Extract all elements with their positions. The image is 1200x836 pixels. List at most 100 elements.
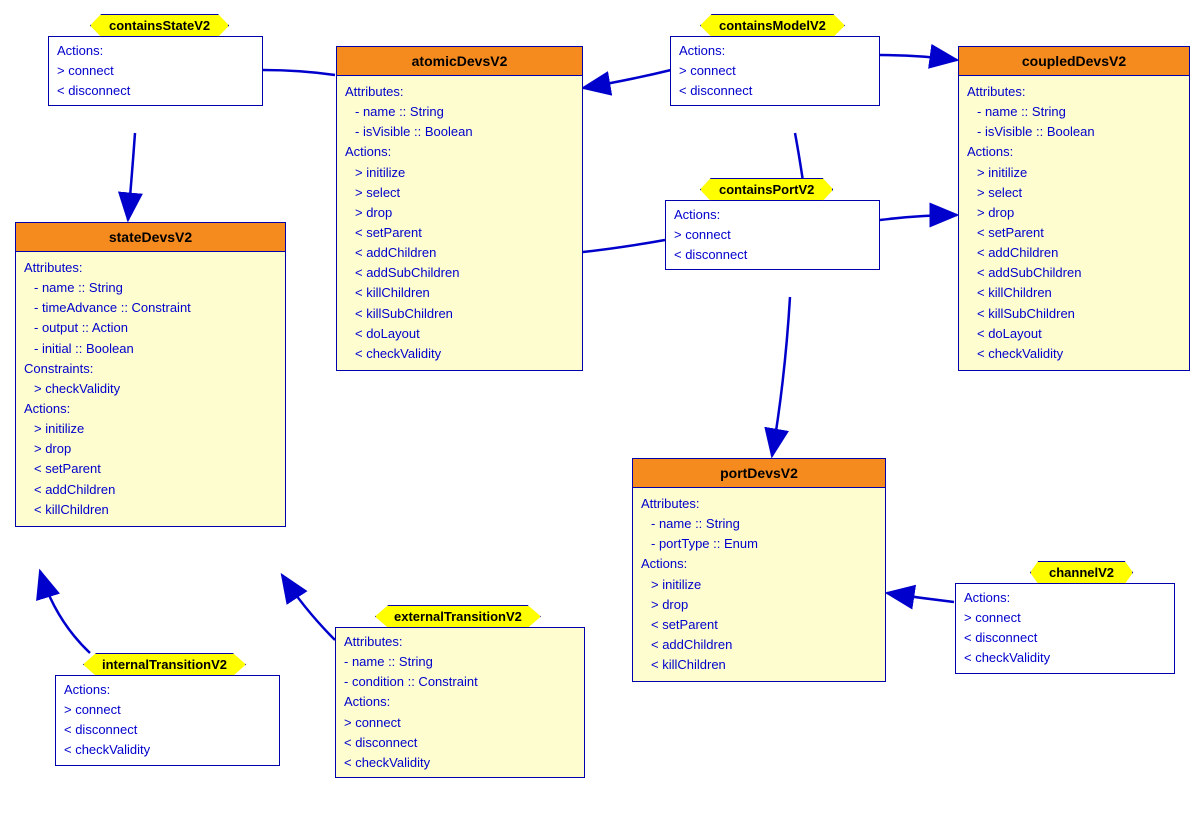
- contains-port-title: containsPortV2: [700, 178, 833, 201]
- action-item: < disconnect: [57, 81, 254, 101]
- action-item: < addChildren: [345, 243, 574, 263]
- action-item: < checkValidity: [964, 648, 1166, 668]
- action-item: < killSubChildren: [967, 304, 1181, 324]
- action-item: < doLayout: [345, 324, 574, 344]
- action-item: < checkValidity: [967, 344, 1181, 364]
- constraint-item: > checkValidity: [24, 379, 277, 399]
- contains-port-box: Actions: > connect < disconnect: [665, 200, 880, 270]
- action-item: < addChildren: [641, 635, 877, 655]
- internal-transition-hex: internalTransitionV2: [83, 653, 246, 676]
- attr-item: - condition :: Constraint: [344, 672, 576, 692]
- action-item: > initilize: [345, 163, 574, 183]
- action-item: < addSubChildren: [967, 263, 1181, 283]
- action-item: < killChildren: [641, 655, 877, 675]
- attr-item: - isVisible :: Boolean: [967, 122, 1181, 142]
- section-label: Actions:: [64, 680, 271, 700]
- action-item: < killChildren: [24, 500, 277, 520]
- external-transition-box: Attributes: - name :: String - condition…: [335, 627, 585, 778]
- section-label: Actions:: [345, 142, 574, 162]
- contains-model-title: containsModelV2: [700, 14, 845, 37]
- action-item: > initilize: [967, 163, 1181, 183]
- section-label: Attributes:: [967, 82, 1181, 102]
- action-item: < disconnect: [344, 733, 576, 753]
- state-devs-title: stateDevsV2: [16, 223, 285, 252]
- contains-state-box: Actions: > connect < disconnect: [48, 36, 263, 106]
- external-transition-hex: externalTransitionV2: [375, 605, 541, 628]
- action-item: > connect: [964, 608, 1166, 628]
- section-label: Actions:: [679, 41, 871, 61]
- contains-state-title: containsStateV2: [90, 14, 229, 37]
- channel-box: Actions: > connect < disconnect < checkV…: [955, 583, 1175, 674]
- action-item: < killChildren: [345, 283, 574, 303]
- action-item: < doLayout: [967, 324, 1181, 344]
- internal-transition-title: internalTransitionV2: [83, 653, 246, 676]
- action-item: > initilize: [641, 575, 877, 595]
- channel-title: channelV2: [1030, 561, 1133, 584]
- contains-model-hex: containsModelV2: [700, 14, 845, 37]
- section-label: Actions:: [964, 588, 1166, 608]
- action-item: > drop: [967, 203, 1181, 223]
- attr-item: - name :: String: [345, 102, 574, 122]
- state-devs-box: stateDevsV2 Attributes: - name :: String…: [15, 222, 286, 527]
- section-label: Actions:: [57, 41, 254, 61]
- action-item: > connect: [344, 713, 576, 733]
- channel-hex: channelV2: [1030, 561, 1133, 584]
- contains-state-hex: containsStateV2: [90, 14, 229, 37]
- coupled-devs-title: coupledDevsV2: [959, 47, 1189, 76]
- contains-model-box: Actions: > connect < disconnect: [670, 36, 880, 106]
- action-item: > drop: [345, 203, 574, 223]
- port-devs-title: portDevsV2: [633, 459, 885, 488]
- action-item: < checkValidity: [345, 344, 574, 364]
- action-item: < killChildren: [967, 283, 1181, 303]
- action-item: < disconnect: [964, 628, 1166, 648]
- atomic-devs-title: atomicDevsV2: [337, 47, 582, 76]
- section-label: Attributes:: [345, 82, 574, 102]
- action-item: < addSubChildren: [345, 263, 574, 283]
- action-item: < setParent: [24, 459, 277, 479]
- action-item: > connect: [679, 61, 871, 81]
- external-transition-title: externalTransitionV2: [375, 605, 541, 628]
- section-label: Constraints:: [24, 359, 277, 379]
- section-label: Attributes:: [344, 632, 576, 652]
- contains-port-hex: containsPortV2: [700, 178, 833, 201]
- attr-item: - isVisible :: Boolean: [345, 122, 574, 142]
- action-item: < disconnect: [64, 720, 271, 740]
- section-label: Attributes:: [24, 258, 277, 278]
- action-item: < disconnect: [679, 81, 871, 101]
- section-label: Attributes:: [641, 494, 877, 514]
- action-item: < addChildren: [24, 480, 277, 500]
- atomic-devs-box: atomicDevsV2 Attributes: - name :: Strin…: [336, 46, 583, 371]
- attr-item: - output :: Action: [24, 318, 277, 338]
- action-item: < killSubChildren: [345, 304, 574, 324]
- diagram-canvas: containsStateV2 Actions: > connect < dis…: [0, 0, 1200, 836]
- section-label: Actions:: [24, 399, 277, 419]
- action-item: > drop: [641, 595, 877, 615]
- action-item: < disconnect: [674, 245, 871, 265]
- attr-item: - name :: String: [641, 514, 877, 534]
- action-item: < checkValidity: [344, 753, 576, 773]
- section-label: Actions:: [344, 692, 576, 712]
- attr-item: - portType :: Enum: [641, 534, 877, 554]
- action-item: > initilize: [24, 419, 277, 439]
- attr-item: - name :: String: [344, 652, 576, 672]
- attr-item: - name :: String: [24, 278, 277, 298]
- action-item: < addChildren: [967, 243, 1181, 263]
- attr-item: - timeAdvance :: Constraint: [24, 298, 277, 318]
- section-label: Actions:: [967, 142, 1181, 162]
- action-item: > drop: [24, 439, 277, 459]
- coupled-devs-box: coupledDevsV2 Attributes: - name :: Stri…: [958, 46, 1190, 371]
- action-item: < setParent: [641, 615, 877, 635]
- attr-item: - initial :: Boolean: [24, 339, 277, 359]
- port-devs-box: portDevsV2 Attributes: - name :: String …: [632, 458, 886, 682]
- section-label: Actions:: [641, 554, 877, 574]
- section-label: Actions:: [674, 205, 871, 225]
- action-item: < checkValidity: [64, 740, 271, 760]
- action-item: > connect: [674, 225, 871, 245]
- action-item: < setParent: [345, 223, 574, 243]
- action-item: > select: [345, 183, 574, 203]
- action-item: > select: [967, 183, 1181, 203]
- action-item: > connect: [64, 700, 271, 720]
- action-item: > connect: [57, 61, 254, 81]
- action-item: < setParent: [967, 223, 1181, 243]
- internal-transition-box: Actions: > connect < disconnect < checkV…: [55, 675, 280, 766]
